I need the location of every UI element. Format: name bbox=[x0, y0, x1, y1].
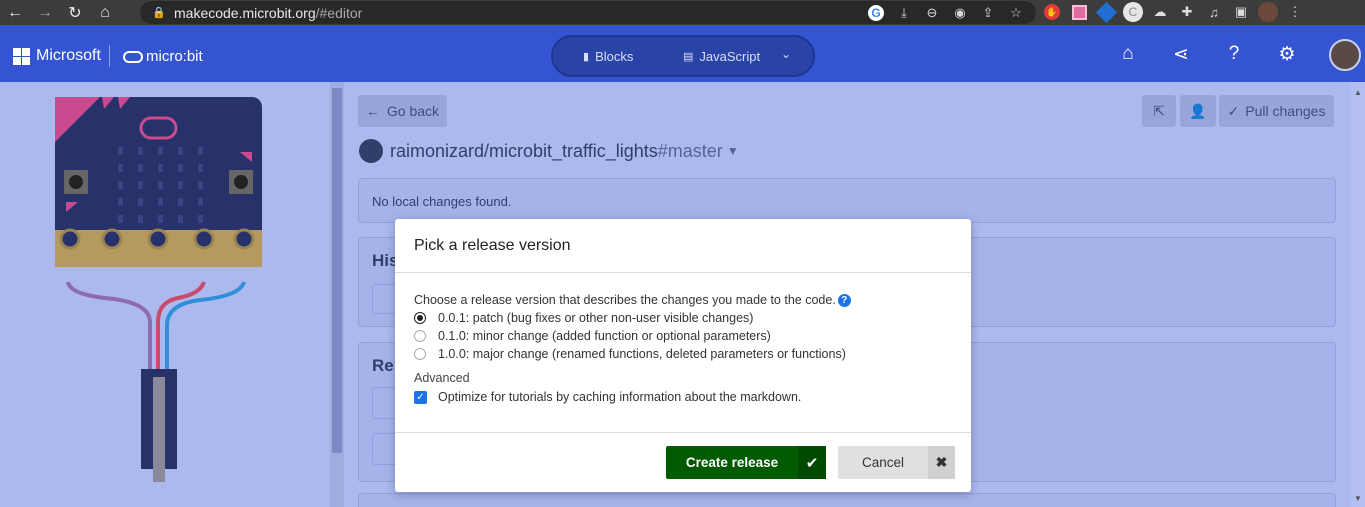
create-release-label: Create release bbox=[685, 455, 779, 470]
status-text: No local changes found. bbox=[372, 194, 512, 209]
main-scrollbar[interactable] bbox=[1351, 82, 1365, 507]
open-external-button[interactable]: ⇱ bbox=[1142, 95, 1176, 127]
option-major[interactable]: 1.0.0: major change (renamed functions, … bbox=[414, 347, 846, 361]
description-text: Choose a release version that describes … bbox=[414, 293, 836, 307]
profile-avatar[interactable] bbox=[1258, 1, 1278, 23]
avatar[interactable] bbox=[1329, 39, 1361, 71]
dialog-title: Pick a release version bbox=[414, 237, 571, 254]
address-bar[interactable]: 🔒 makecode.microbit.org/#editor G ⤓ ⊖ ◉ … bbox=[140, 1, 1036, 24]
help-icon[interactable]: ? bbox=[1223, 43, 1245, 65]
adblock-extension-icon[interactable]: ✋ bbox=[1042, 1, 1062, 23]
pink-extension-icon[interactable] bbox=[1069, 1, 1089, 23]
reload-icon[interactable]: ↻ bbox=[60, 0, 90, 25]
microbit-text: micro:bit bbox=[146, 48, 203, 65]
tab-javascript-label: JavaScript bbox=[699, 49, 761, 64]
microsoft-text: Microsoft bbox=[36, 47, 101, 64]
option-patch[interactable]: 0.0.1: patch (bug fixes or other non-use… bbox=[414, 311, 753, 325]
back-arrow-icon[interactable]: ← bbox=[0, 0, 30, 25]
tab-javascript[interactable]: ▤ JavaScript bbox=[683, 49, 760, 64]
share-icon[interactable]: ⋖ bbox=[1170, 43, 1192, 65]
checkbox-checked-icon[interactable]: ✓ bbox=[414, 390, 427, 404]
cancel-label: Cancel bbox=[861, 455, 905, 470]
radio-icon[interactable] bbox=[414, 330, 426, 342]
branch-name[interactable]: #master bbox=[658, 141, 723, 162]
dialog-divider bbox=[395, 272, 971, 273]
status-card: No local changes found. bbox=[358, 178, 1336, 223]
arrow-left-icon: ← bbox=[365, 103, 380, 119]
chrome-menu-icon[interactable]: ⋮ bbox=[1285, 1, 1305, 23]
scroll-down-icon[interactable]: ▼ bbox=[1354, 494, 1362, 503]
option-minor-label: 0.1.0: minor change (added function or o… bbox=[438, 329, 771, 343]
scroll-up-icon[interactable]: ▲ bbox=[1354, 88, 1362, 97]
check-icon: ✔ bbox=[798, 446, 826, 479]
dropbox-extension-icon[interactable] bbox=[1095, 1, 1117, 23]
microbit-glyph-icon bbox=[123, 50, 143, 63]
cloud-extension-icon[interactable]: ☁ bbox=[1150, 1, 1170, 23]
makecode-header: Microsoft micro:bit ▮ Blocks ▤ JavaScrip… bbox=[0, 25, 1365, 82]
home-icon[interactable]: ⌂ bbox=[1117, 43, 1139, 65]
radio-icon[interactable] bbox=[414, 348, 426, 360]
editor-toggle: ▮ Blocks ▤ JavaScript ⌄ bbox=[551, 35, 815, 77]
gear-icon[interactable]: ⚙ bbox=[1276, 43, 1298, 65]
optimize-label: Optimize for tutorials by caching inform… bbox=[438, 390, 802, 404]
close-icon: ✖ bbox=[928, 446, 955, 479]
js-file-icon: ▤ bbox=[683, 51, 694, 63]
caret-down-icon[interactable]: ▼ bbox=[727, 144, 739, 158]
pull-changes-button[interactable]: ✓ Pull changes bbox=[1219, 95, 1334, 127]
extensions-puzzle-icon[interactable]: ✚ bbox=[1177, 1, 1197, 23]
add-user-icon: 👤 bbox=[1189, 102, 1207, 119]
grey-extension-icon[interactable]: C bbox=[1123, 1, 1143, 23]
github-icon bbox=[359, 139, 383, 163]
bookmark-star-icon[interactable]: ☆ bbox=[1006, 3, 1026, 22]
home-icon[interactable]: ⌂ bbox=[90, 0, 120, 25]
external-link-icon: ⇱ bbox=[1153, 102, 1165, 119]
tab-blocks-label: Blocks bbox=[595, 49, 634, 64]
option-major-label: 1.0.0: major change (renamed functions, … bbox=[438, 347, 846, 361]
simulator-pane bbox=[0, 82, 330, 507]
zoom-icon[interactable]: ⊖ bbox=[922, 3, 942, 22]
pull-changes-label: Pull changes bbox=[1245, 103, 1326, 119]
option-patch-label: 0.0.1: patch (bug fixes or other non-use… bbox=[438, 311, 754, 325]
advanced-label: Advanced bbox=[414, 371, 470, 385]
repo-heading: raimonizard/microbit_traffic_lights #mas… bbox=[359, 139, 739, 163]
cancel-button[interactable]: Cancel ✖ bbox=[838, 446, 955, 479]
repo-name[interactable]: raimonizard/microbit_traffic_lights bbox=[390, 141, 658, 162]
release-dialog: Pick a release version Choose a release … bbox=[395, 219, 971, 492]
check-icon: ✓ bbox=[1227, 102, 1240, 119]
google-lens-icon[interactable]: G bbox=[866, 3, 886, 22]
dialog-description: Choose a release version that describes … bbox=[414, 293, 851, 307]
browser-toolbar: ← → ↻ ⌂ 🔒 makecode.microbit.org/#editor … bbox=[0, 0, 1365, 25]
radio-selected-icon[interactable] bbox=[414, 312, 426, 324]
install-app-icon[interactable]: ⤓ bbox=[894, 3, 914, 22]
scrollbar-thumb[interactable] bbox=[332, 88, 342, 453]
next-card bbox=[358, 493, 1336, 507]
optimize-checkbox-row[interactable]: ✓ Optimize for tutorials by caching info… bbox=[414, 390, 801, 404]
side-panel-icon[interactable]: ▣ bbox=[1231, 1, 1251, 23]
header-divider bbox=[109, 45, 110, 67]
help-icon[interactable]: ? bbox=[837, 293, 851, 307]
simulator-scrollbar[interactable] bbox=[330, 82, 344, 507]
go-back-label: Go back bbox=[386, 103, 440, 119]
microsoft-logo[interactable]: Microsoft bbox=[13, 47, 101, 65]
forward-arrow-icon[interactable]: → bbox=[30, 0, 60, 25]
microbit-simulator[interactable] bbox=[0, 82, 330, 507]
go-back-button[interactable]: ← Go back bbox=[358, 95, 447, 127]
share-icon[interactable]: ⇪ bbox=[978, 3, 998, 22]
url-text: makecode.microbit.org/#editor bbox=[174, 4, 363, 21]
tracking-protection-icon[interactable]: ◉ bbox=[950, 3, 970, 22]
microsoft-squares-icon bbox=[13, 47, 30, 65]
dialog-footer-divider bbox=[395, 432, 971, 433]
tab-blocks[interactable]: ▮ Blocks bbox=[583, 49, 633, 64]
media-control-icon[interactable]: ♫ bbox=[1204, 1, 1224, 23]
microbit-logo[interactable]: micro:bit bbox=[123, 48, 203, 65]
option-minor[interactable]: 0.1.0: minor change (added function or o… bbox=[414, 329, 771, 343]
add-collaborator-button[interactable]: 👤 bbox=[1180, 95, 1216, 127]
create-release-button[interactable]: Create release ✔ bbox=[666, 446, 826, 479]
site-info-icon[interactable]: 🔒 bbox=[152, 6, 166, 20]
chevron-down-icon[interactable]: ⌄ bbox=[781, 47, 791, 61]
puzzle-piece-icon: ▮ bbox=[583, 51, 590, 63]
